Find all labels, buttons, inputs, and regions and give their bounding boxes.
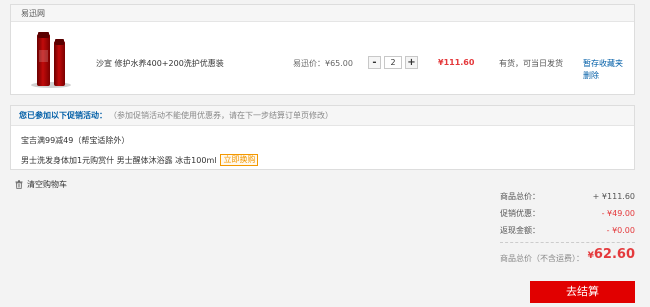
cashback-label: 返现金额： [500, 226, 540, 235]
promo-discount-row: 促销优惠： - ¥49.00 [500, 205, 635, 222]
qty-input[interactable]: 2 [384, 56, 402, 69]
grand-total-row: 商品总价（不含运费）： ¥62.60 [500, 243, 635, 273]
bottle-large [37, 32, 50, 86]
cart-header: 易迅网 [11, 5, 634, 22]
stock-status: 有货，可当日发货 [499, 59, 563, 68]
promotion-item-2: 男士洗发身体加1元购赏什 男士醒体沐浴露 冰击100ml 立即换购 [21, 154, 259, 166]
qty-decrease-button[interactable]: - [368, 56, 381, 69]
product-name-link[interactable]: 沙宣 修护水养400+200洗护优惠装 [96, 58, 224, 69]
unit-price: 易迅价：¥65.00 [293, 59, 353, 68]
items-total-row: 商品总价： + ¥111.60 [500, 188, 635, 205]
promo-discount-value: - ¥49.00 [601, 209, 635, 218]
item-operations: 暂存收藏夹 删除 [583, 58, 623, 82]
cart-item-row: 沙宣 修护水养400+200洗护优惠装 易迅价：¥65.00 - 2 + ¥11… [11, 22, 634, 95]
quantity-stepper: - 2 + [368, 56, 418, 69]
redeem-now-button[interactable]: 立即换购 [220, 154, 259, 166]
qty-increase-button[interactable]: + [405, 56, 418, 69]
promotion-panel: 您已参加以下促销活动： （参加促销活动不能使用优惠券，请在下一步结算订单页修改） … [10, 105, 635, 170]
promotion-item-1: 宝吉满99减49（帮宝适除外） [21, 136, 130, 145]
order-summary: 商品总价： + ¥111.60 促销优惠： - ¥49.00 返现金额： - ¥… [500, 188, 635, 273]
promotion-item-2-text: 男士洗发身体加1元购赏什 男士醒体沐浴露 冰击100ml [21, 155, 217, 165]
cashback-value: - ¥0.00 [606, 226, 635, 235]
grand-total-amount: 62.60 [593, 247, 635, 262]
promotion-note: （参加促销活动不能使用优惠券，请在下一步结算订单页修改） [113, 111, 333, 120]
grand-total-value: ¥62.60 [588, 247, 635, 262]
trash-icon [15, 180, 23, 189]
item-subtotal: ¥111.60 [438, 58, 475, 67]
cart-panel: 易迅网 沙宣 修护水养400+200洗护优惠装 易迅价：¥65.00 - 2 +… [10, 4, 635, 95]
items-total-value: + ¥111.60 [592, 192, 635, 201]
promotion-title: 您已参加以下促销活动： [19, 111, 107, 120]
promo-discount-label: 促销优惠： [500, 209, 540, 218]
clear-cart-label: 清空购物车 [27, 180, 67, 189]
product-image[interactable] [31, 32, 86, 88]
delete-item-link[interactable]: 删除 [583, 70, 623, 82]
save-to-favorites-link[interactable]: 暂存收藏夹 [583, 58, 623, 70]
clear-cart-button[interactable]: 清空购物车 [15, 179, 67, 190]
cashback-row: 返现金额： - ¥0.00 [500, 222, 635, 239]
items-total-label: 商品总价： [500, 192, 540, 201]
grand-total-label: 商品总价（不含运费）： [500, 254, 584, 263]
promotion-header: 您已参加以下促销活动： （参加促销活动不能使用优惠券，请在下一步结算订单页修改） [11, 106, 634, 126]
checkout-button[interactable]: 去结算 [530, 281, 635, 303]
bottle-small [54, 39, 65, 86]
